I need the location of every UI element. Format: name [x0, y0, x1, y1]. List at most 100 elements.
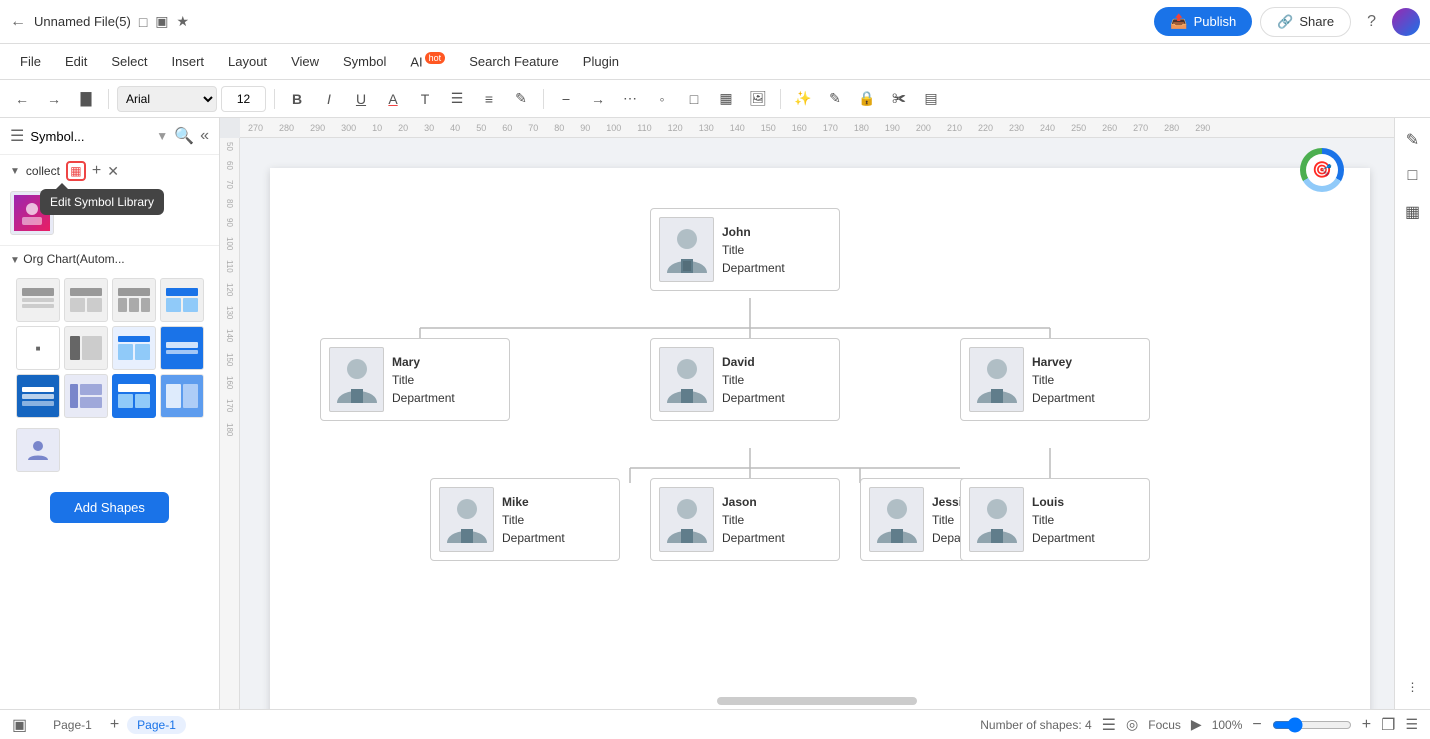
close-collect-button[interactable]: ✕ [107, 163, 119, 180]
right-btn-2[interactable]: □ [1399, 162, 1427, 190]
back-icon[interactable]: ← [10, 13, 26, 31]
collect-header: ▼ collect ▦ + ✕ Edit Symbol Library [10, 161, 209, 181]
sidebar-collapse-icon[interactable]: « [200, 127, 209, 145]
arrow-button[interactable]: → [584, 85, 612, 113]
zoom-in-button[interactable]: + [1362, 716, 1371, 734]
shape2-button[interactable]: □ [680, 85, 708, 113]
focus-label[interactable]: Focus [1148, 718, 1181, 732]
undo-button[interactable]: ← [8, 85, 36, 113]
canvas-area[interactable]: 270 280 290 300 10 20 30 40 50 60 70 80 … [220, 118, 1394, 709]
thumb-7[interactable] [112, 326, 156, 370]
share-icon: 🔗 [1277, 14, 1293, 30]
add-shapes-button[interactable]: Add Shapes [50, 492, 169, 523]
menu-insert[interactable]: Insert [162, 50, 215, 73]
font-color-button[interactable]: A [379, 85, 407, 113]
font-select[interactable]: Arial [117, 86, 217, 112]
shape1-button[interactable]: ◦ [648, 85, 676, 113]
status-bar: ▣ Page-1 + Page-1 Number of shapes: 4 ☰ … [0, 709, 1430, 739]
person-circle-svg [24, 436, 52, 464]
thumb-5[interactable]: ■ [16, 326, 60, 370]
thumb-4[interactable] [160, 278, 204, 322]
horizontal-scrollbar[interactable] [717, 697, 917, 705]
org-node-mary[interactable]: Mary Title Department [320, 338, 510, 421]
sidebar-search-icon[interactable]: 🔍 [174, 126, 194, 146]
font-size-input[interactable] [221, 86, 266, 112]
thumb-8[interactable] [160, 326, 204, 370]
redo-button[interactable]: → [40, 85, 68, 113]
org-node-david[interactable]: David Title Department [650, 338, 840, 421]
thumb-2[interactable] [64, 278, 108, 322]
align-button[interactable]: ☰ [443, 85, 471, 113]
org-node-jason[interactable]: Jason Title Department [650, 478, 840, 561]
edit-symbol-button[interactable]: ▦ [66, 161, 86, 181]
star-icon[interactable]: ★ [177, 13, 190, 30]
org-node-louis[interactable]: Louis Title Department [960, 478, 1150, 561]
right-btn-1[interactable]: ✎ [1399, 126, 1427, 154]
image-button[interactable]: 🖼 [744, 85, 772, 113]
thumb-9[interactable] [16, 374, 60, 418]
align2-button[interactable]: ≡ [475, 85, 503, 113]
thumb-1[interactable] [16, 278, 60, 322]
org-node-harvey[interactable]: Harvey Title Department [960, 338, 1150, 421]
page-1-tab[interactable]: Page-1 [43, 716, 102, 734]
menu-file[interactable]: File [10, 50, 51, 73]
save-icon[interactable]: □ [139, 14, 147, 30]
bold-button[interactable]: B [283, 85, 311, 113]
avatar[interactable] [1392, 8, 1420, 36]
play-icon[interactable]: ▶ [1191, 716, 1202, 733]
layers-icon[interactable]: ☰ [1102, 715, 1116, 735]
org-info-harvey: Harvey Title Department [1032, 353, 1095, 407]
toolbar-sep-2 [274, 89, 275, 109]
thumb-special[interactable] [16, 428, 60, 472]
active-page-tab[interactable]: Page-1 [127, 716, 186, 734]
page-layout-icon[interactable]: ▣ [12, 715, 27, 735]
thumb-6[interactable] [64, 326, 108, 370]
zoom-slider[interactable] [1272, 717, 1352, 733]
edit-button[interactable]: ✎ [821, 85, 849, 113]
person-svg-jason [663, 491, 711, 549]
thumb-12[interactable] [160, 374, 204, 418]
fullscreen-button[interactable]: ❐ [1381, 715, 1395, 735]
ruler-top: 270 280 290 300 10 20 30 40 50 60 70 80 … [240, 118, 1394, 138]
text-edit-button[interactable]: ✎ [507, 85, 535, 113]
person-svg-john [663, 221, 711, 279]
menu-search-feature[interactable]: Search Feature [459, 50, 569, 73]
menu-edit[interactable]: Edit [55, 50, 97, 73]
menu-symbol[interactable]: Symbol [333, 50, 396, 73]
connector-button[interactable]: ⋯ [616, 85, 644, 113]
text-button[interactable]: T [411, 85, 439, 113]
cut-button[interactable]: ✀ [885, 85, 913, 113]
menu-ai[interactable]: AIhot [400, 49, 455, 73]
thumb-11[interactable] [112, 374, 156, 418]
help-icon[interactable]: ? [1367, 13, 1376, 31]
open-icon[interactable]: ▣ [155, 13, 168, 30]
compass-marker[interactable]: 🎯 [1300, 148, 1344, 192]
publish-button[interactable]: 📤 Publish [1154, 7, 1252, 36]
org-node-john[interactable]: John Title Department [650, 208, 840, 291]
menu-view[interactable]: View [281, 50, 329, 73]
focus-icon[interactable]: ◎ [1126, 716, 1138, 733]
menu-plugin[interactable]: Plugin [573, 50, 629, 73]
zoom-out-button[interactable]: − [1252, 716, 1261, 734]
person-svg-mike [443, 491, 491, 549]
share-button[interactable]: 🔗 Share [1260, 7, 1351, 37]
add-page-button[interactable]: + [110, 716, 119, 734]
shape3-button[interactable]: ▦ [712, 85, 740, 113]
org-node-mike[interactable]: Mike Title Department [430, 478, 620, 561]
magic-button[interactable]: ✨ [789, 85, 817, 113]
line-button[interactable]: ⎯ [552, 85, 580, 113]
italic-button[interactable]: I [315, 85, 343, 113]
add-collect-button[interactable]: + [92, 162, 101, 180]
right-btn-4[interactable]: ⋮ [1399, 673, 1427, 701]
thumb-10[interactable] [64, 374, 108, 418]
menu-select[interactable]: Select [101, 50, 157, 73]
right-btn-3[interactable]: ▦ [1399, 198, 1427, 226]
clone-button[interactable]: ▇ [72, 85, 100, 113]
settings-panel-button[interactable]: ☰ [1405, 716, 1418, 733]
thumb-3[interactable] [112, 278, 156, 322]
menu-layout[interactable]: Layout [218, 50, 277, 73]
grid-button[interactable]: ▤ [917, 85, 945, 113]
underline-button[interactable]: U [347, 85, 375, 113]
lock-button[interactable]: 🔒 [853, 85, 881, 113]
canvas-content[interactable]: John Title Department [240, 138, 1394, 709]
